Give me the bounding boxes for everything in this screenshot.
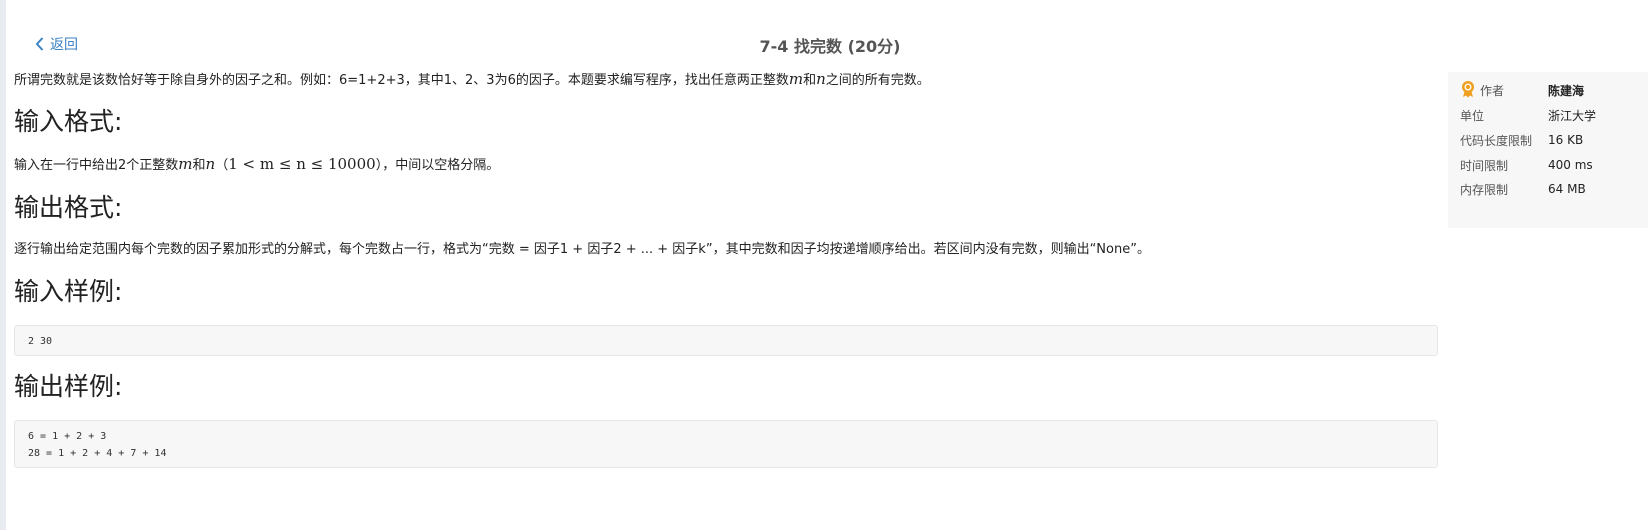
- sample-output-heading: 输出样例:: [14, 372, 123, 401]
- memory-limit-label: 内存限制: [1460, 182, 1509, 197]
- code-limit-value: 16 KB: [1548, 133, 1584, 147]
- input-format-open-paren: （: [215, 158, 229, 173]
- problem-info-panel: 作者 陈建海 单位 浙江大学 代码长度限制 16 KB 时间限制 400 ms …: [1448, 72, 1648, 228]
- unit-label: 单位: [1460, 108, 1485, 123]
- left-edge-bar: [0, 0, 6, 530]
- time-limit-label: 时间限制: [1460, 158, 1509, 173]
- variable-n: n: [205, 155, 216, 173]
- unit-value: 浙江大学: [1548, 108, 1597, 123]
- description-and: 和: [803, 73, 817, 88]
- sample-input-heading: 输入样例:: [14, 277, 123, 306]
- code-limit-row: 代码长度限制 16 KB: [1460, 131, 1583, 149]
- author-row: 作者 陈建海: [1460, 80, 1585, 101]
- description-tail: 之间的所有完数。: [825, 73, 930, 88]
- sample-input-codeblock: 2 30: [14, 325, 1438, 356]
- award-icon: [1460, 80, 1476, 101]
- memory-limit-row: 内存限制 64 MB: [1460, 180, 1586, 198]
- variable-n: n: [816, 70, 826, 88]
- input-constraint: 1 < m ≤ n ≤ 10000: [228, 155, 376, 173]
- code-line: 2 30: [28, 336, 53, 347]
- time-limit-value: 400 ms: [1548, 158, 1593, 172]
- author-value: 陈建海: [1548, 83, 1585, 98]
- output-format-heading: 输出格式:: [14, 193, 123, 222]
- page-title: 7-4 找完数 (20分): [759, 37, 901, 56]
- variable-m: m: [788, 70, 804, 88]
- problem-description: 所谓完数就是该数恰好等于除自身外的因子之和。例如：6=1+2+3，其中1、2、3…: [14, 70, 930, 90]
- input-format-prefix: 输入在一行中给出2个正整数: [14, 158, 179, 173]
- code-line: 28 = 1 + 2 + 4 + 7 + 14: [28, 448, 167, 459]
- code-limit-label: 代码长度限制: [1460, 133, 1533, 148]
- description-text: 所谓完数就是该数恰好等于除自身外的因子之和。例如：6=1+2+3，其中1、2、3…: [14, 73, 789, 88]
- sample-output-codeblock: 6 = 1 + 2 + 3 28 = 1 + 2 + 4 + 7 + 14: [14, 420, 1438, 468]
- variable-m: m: [178, 155, 193, 173]
- code-line: 6 = 1 + 2 + 3: [28, 431, 107, 442]
- memory-limit-value: 64 MB: [1548, 182, 1586, 196]
- input-format-suffix: ），中间以空格分隔。: [375, 158, 500, 173]
- input-format-and: 和: [192, 158, 206, 173]
- input-format-heading: 输入格式:: [14, 107, 123, 136]
- unit-row: 单位 浙江大学: [1460, 106, 1596, 124]
- input-format-text: 输入在一行中给出2个正整数m和n（1 < m ≤ n ≤ 10000），中间以空…: [14, 155, 499, 175]
- output-format-text: 逐行输出给定范围内每个完数的因子累加形式的分解式，每个完数占一行，格式为“完数 …: [14, 242, 1150, 257]
- author-label: 作者: [1480, 83, 1505, 98]
- time-limit-row: 时间限制 400 ms: [1460, 156, 1593, 174]
